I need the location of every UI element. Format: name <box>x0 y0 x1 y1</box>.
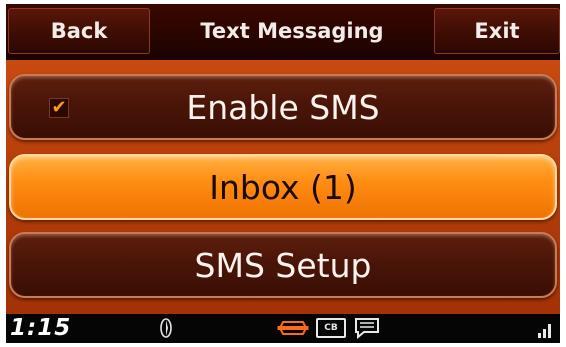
signal-strength-icon <box>538 322 554 342</box>
enable-sms-label: Enable SMS <box>186 87 380 127</box>
exit-button[interactable]: Exit <box>434 8 560 54</box>
header-bar: Back Text Messaging Exit <box>6 4 560 60</box>
harley-logo-icon <box>277 318 309 342</box>
back-button[interactable]: Back <box>8 8 150 54</box>
inbox-label: Inbox (1) <box>209 167 357 207</box>
compass-icon <box>159 317 173 343</box>
cb-label: CB <box>324 323 338 333</box>
sms-setup-button[interactable]: SMS Setup <box>9 232 557 298</box>
page-title: Text Messaging <box>200 19 384 43</box>
menu-list: ✔ Enable SMS Inbox (1) SMS Setup <box>6 60 560 314</box>
clock: 1:15 <box>10 315 72 341</box>
enable-sms-button[interactable]: ✔ Enable SMS <box>9 74 557 140</box>
sms-setup-label: SMS Setup <box>194 245 372 285</box>
message-icon <box>353 317 381 343</box>
enable-sms-checkbox[interactable]: ✔ <box>49 98 69 118</box>
status-bar: 1:15 CB <box>6 314 560 343</box>
inbox-button[interactable]: Inbox (1) <box>9 154 557 220</box>
cb-radio-icon: CB <box>316 318 346 338</box>
screen: Back Text Messaging Exit ✔ Enable SMS In… <box>6 4 560 343</box>
